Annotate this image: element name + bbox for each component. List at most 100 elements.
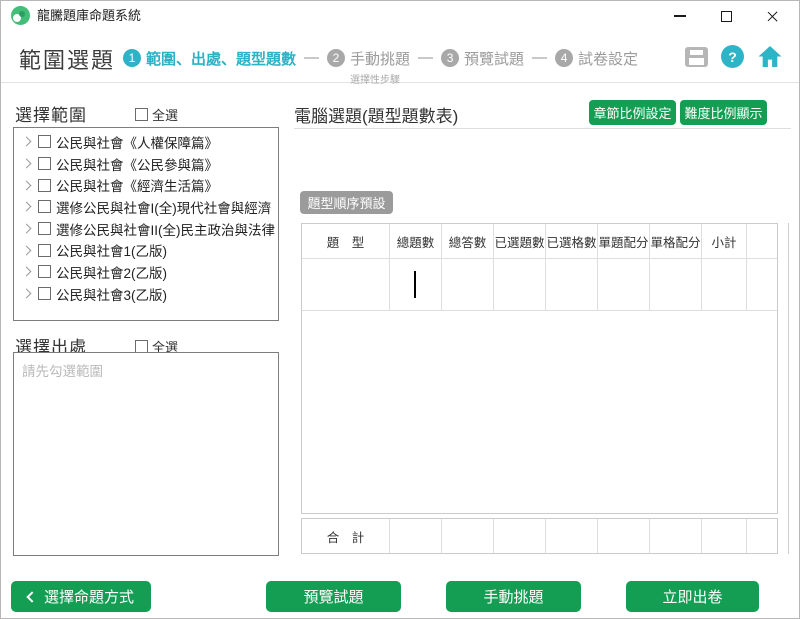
table-header-row: 題 型 總題數 總答數 已選題數 已選格數 單題配分 單格配分 小計 [302, 224, 777, 259]
checkbox[interactable] [38, 157, 51, 170]
step-2-number: 2 [327, 49, 345, 67]
help-icon[interactable]: ? [721, 45, 744, 68]
table-cell-score-per-blank[interactable] [650, 259, 702, 311]
step-3-preview[interactable]: 3 預覽試題 [441, 48, 524, 69]
range-select-all-checkbox[interactable] [135, 108, 148, 121]
manual-pick-button[interactable]: 手動挑題 [446, 581, 581, 612]
main-divider [294, 128, 791, 129]
step-2-label: 手動挑題 [350, 48, 410, 69]
text-caret [414, 271, 416, 298]
step-4-number: 4 [555, 49, 573, 67]
total-cell [650, 519, 702, 553]
preset-order-badge[interactable]: 題型順序預設 [300, 191, 393, 214]
total-cell [702, 519, 747, 553]
table-header-cell: 小計 [702, 224, 747, 259]
chevron-right-icon[interactable] [22, 267, 32, 277]
checkbox[interactable] [38, 287, 51, 300]
range-tree: 公民與社會《人權保障篇》 公民與社會《公民參與篇》 公民與社會《經濟生活篇》 選… [13, 127, 279, 321]
step-3-label: 預覽試題 [464, 48, 524, 69]
step-2-manual-pick[interactable]: 2 手動挑題 選擇性步驟 [327, 48, 410, 86]
checkbox[interactable] [38, 200, 51, 213]
table-cell-score-per-question[interactable] [598, 259, 650, 311]
range-select-all[interactable]: 全選 [135, 105, 178, 124]
table-header-cell: 總題數 [390, 224, 442, 259]
tree-item-label: 公民與社會《人權保障篇》 [56, 132, 218, 152]
page-title: 範圍選題 [19, 43, 115, 75]
table-scrollbar[interactable] [788, 223, 789, 554]
table-header-cell [747, 224, 777, 259]
generate-paper-button[interactable]: 立即出卷 [626, 581, 759, 612]
tree-item[interactable]: 公民與社會3(乙版) [14, 283, 278, 305]
range-select-all-label: 全選 [152, 105, 178, 124]
preview-questions-button[interactable]: 預覽試題 [266, 581, 401, 612]
tree-item[interactable]: 公民與社會《公民參與篇》 [14, 153, 278, 175]
save-icon[interactable] [685, 47, 708, 67]
minimize-icon [674, 15, 686, 17]
app-logo-icon [11, 6, 30, 25]
step-4-label: 試卷設定 [578, 48, 638, 69]
total-label-cell: 合 計 [302, 519, 390, 553]
table-header-cell: 總答數 [442, 224, 494, 259]
header: 範圍選題 1 範圍、出處、題型題數 2 手動挑題 選擇性步驟 3 預覽試題 4 [1, 31, 799, 83]
tree-item-label: 公民與社會3(乙版) [56, 284, 167, 304]
chapter-ratio-button[interactable]: 章節比例設定 [589, 100, 676, 125]
checkbox[interactable] [38, 222, 51, 235]
step-separator [532, 57, 547, 59]
table-data-row [302, 259, 777, 311]
tree-item-label: 公民與社會《經濟生活篇》 [56, 175, 218, 195]
chevron-right-icon[interactable] [22, 289, 32, 299]
tree-item-label: 公民與社會2(乙版) [56, 262, 167, 282]
back-to-method-button[interactable]: 選擇命題方式 [11, 581, 151, 612]
chevron-right-icon[interactable] [22, 180, 32, 190]
tree-item[interactable]: 公民與社會1(乙版) [14, 239, 278, 261]
step-3-number: 3 [441, 49, 459, 67]
step-4-paper-settings[interactable]: 4 試卷設定 [555, 48, 638, 69]
chevron-right-icon[interactable] [22, 245, 32, 255]
back-button-label: 選擇命題方式 [44, 586, 134, 607]
chevron-right-icon[interactable] [22, 202, 32, 212]
table-cell-question-type[interactable] [302, 259, 390, 311]
minimize-button[interactable] [657, 1, 703, 31]
chevron-right-icon[interactable] [22, 137, 32, 147]
home-icon[interactable] [757, 45, 783, 68]
total-cell [747, 519, 777, 553]
table-cell-total-answers[interactable] [442, 259, 494, 311]
tree-item-label: 選修公民與社會II(全)民主政治與法律 [56, 219, 275, 239]
difficulty-ratio-button[interactable]: 難度比例顯示 [680, 100, 767, 125]
chevron-right-icon[interactable] [22, 224, 32, 234]
chevron-right-icon[interactable] [22, 159, 32, 169]
tree-item[interactable]: 選修公民與社會I(全)現代社會與經濟 [14, 196, 278, 218]
titlebar: 龍騰題庫命題系統 [1, 1, 799, 31]
tree-item[interactable]: 公民與社會《人權保障篇》 [14, 131, 278, 153]
tree-item[interactable]: 公民與社會2(乙版) [14, 261, 278, 283]
close-button[interactable] [749, 1, 795, 31]
table-cell-subtotal[interactable] [702, 259, 747, 311]
close-icon [766, 10, 779, 23]
maximize-button[interactable] [703, 1, 749, 31]
table-header-cell: 題 型 [302, 224, 390, 259]
table-cell-selected-questions[interactable] [494, 259, 546, 311]
header-icons: ? [685, 45, 783, 68]
app-title: 龍騰題庫命題系統 [37, 1, 141, 31]
checkbox[interactable] [38, 244, 51, 257]
step-2-sublabel: 選擇性步驟 [350, 71, 410, 86]
tree-item-label: 公民與社會《公民參與篇》 [56, 154, 218, 174]
checkbox[interactable] [38, 179, 51, 192]
tree-item-label: 公民與社會1(乙版) [56, 240, 167, 260]
total-cell [494, 519, 546, 553]
tree-item[interactable]: 選修公民與社會II(全)民主政治與法律 [14, 218, 278, 240]
step-1-range[interactable]: 1 範圍、出處、題型題數 [123, 48, 296, 69]
app-window: 龍騰題庫命題系統 範圍選題 1 範圍、出處、題型題數 2 手動挑題 選擇性步驟 [0, 0, 800, 619]
table-header-cell: 單題配分 [598, 224, 650, 259]
step-nav: 1 範圍、出處、題型題數 2 手動挑題 選擇性步驟 3 預覽試題 4 試卷設定 [123, 48, 638, 86]
checkbox[interactable] [38, 135, 51, 148]
main-title: 電腦選題(題型題數表) [294, 102, 458, 127]
table-cell-selected-blanks[interactable] [546, 259, 598, 311]
source-list: 請先勾選範圍 [13, 352, 279, 556]
total-cell [546, 519, 598, 553]
checkbox[interactable] [38, 265, 51, 278]
tree-item-label: 選修公民與社會I(全)現代社會與經濟 [56, 197, 271, 217]
tree-item[interactable]: 公民與社會《經濟生活篇》 [14, 174, 278, 196]
table-cell-total-questions[interactable] [390, 259, 442, 311]
table-cell-extra [747, 259, 777, 311]
